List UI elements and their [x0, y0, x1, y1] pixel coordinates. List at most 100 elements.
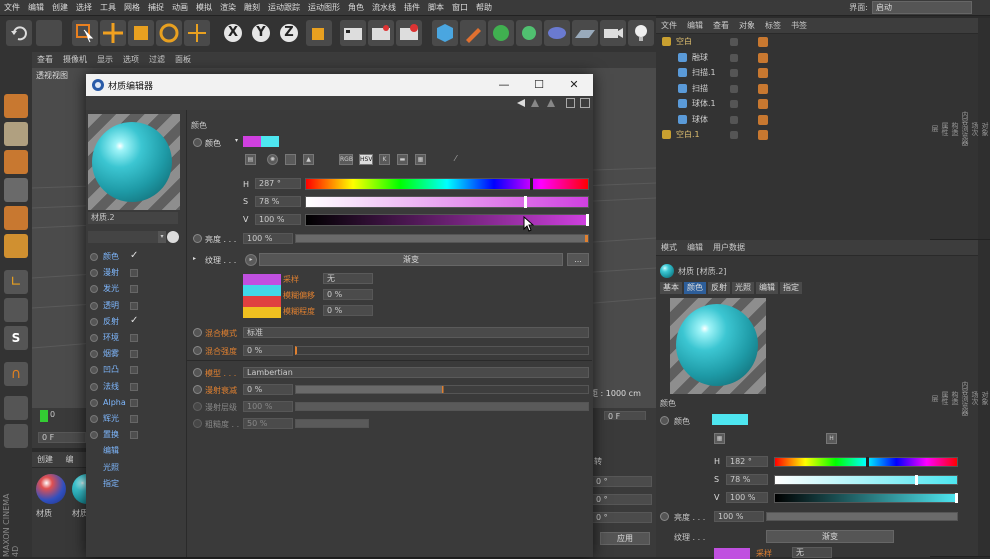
object-enable-icon[interactable]	[742, 131, 750, 139]
coord-field-2[interactable]: 0 °	[592, 494, 652, 505]
menu-item[interactable]: 雕刻	[240, 0, 264, 16]
hsv-mode-icon[interactable]: HSV	[359, 154, 373, 165]
blend-mode-select[interactable]: 标准	[243, 327, 589, 338]
camera-icon[interactable]	[600, 20, 626, 46]
menu-item[interactable]: 角色	[344, 0, 368, 16]
channel-radio[interactable]	[90, 253, 98, 261]
mixer-icon[interactable]: ▬	[397, 154, 408, 165]
s-slider-knob[interactable]	[523, 196, 527, 208]
name-dropdown-arrow-icon[interactable]: ▾	[158, 231, 166, 243]
object-tag-icon[interactable]	[758, 83, 768, 94]
brightness-field[interactable]: 100 %	[243, 233, 293, 244]
coord-field-3[interactable]: 0 °	[592, 512, 652, 523]
material-thumb-1[interactable]	[36, 474, 66, 504]
menu-item[interactable]: 窗口	[448, 0, 472, 16]
channel-radio[interactable]	[90, 366, 98, 375]
blend-strength-radio[interactable]	[193, 346, 202, 355]
dock-tab[interactable]: 内容浏览器	[960, 18, 970, 240]
attr-h-slider-knob[interactable]	[865, 457, 869, 467]
channel-check-icon[interactable]: ✓	[130, 314, 138, 328]
dock-tab[interactable]: 对象	[980, 240, 990, 557]
axis-mode-icon[interactable]: ∟	[4, 270, 28, 294]
attr-brightness-field[interactable]: 100 %	[714, 511, 764, 522]
current-frame-field[interactable]: 0 F	[38, 432, 86, 443]
dock-tab[interactable]: 层	[930, 18, 940, 240]
attr-s-slider-knob[interactable]	[914, 475, 918, 485]
redo-icon[interactable]	[36, 20, 62, 46]
model-radio[interactable]	[193, 368, 202, 377]
attr-subtab[interactable]: 基本	[660, 282, 682, 294]
channel-radio[interactable]	[90, 334, 98, 342]
diffuse-level-radio[interactable]	[193, 402, 202, 411]
make-editable-icon[interactable]	[4, 94, 28, 118]
channel-radio[interactable]	[90, 431, 98, 440]
object-manager-tab[interactable]: 对象	[734, 18, 760, 34]
object-visibility-icon[interactable]	[730, 38, 738, 46]
attr-color-swatch[interactable]	[712, 414, 748, 425]
object-enable-icon[interactable]	[742, 54, 750, 62]
attr-v-field[interactable]: 100 %	[726, 492, 768, 503]
roughness-slider[interactable]	[295, 419, 369, 428]
gradient-knot[interactable]	[243, 285, 281, 296]
channel-radio[interactable]	[90, 301, 98, 310]
s-field[interactable]: 78 %	[255, 196, 301, 207]
tab-create[interactable]: 创建	[32, 452, 58, 468]
color-swatch-a[interactable]	[243, 136, 261, 147]
viewport-menu-item[interactable]: 显示	[92, 52, 118, 68]
object-visibility-icon[interactable]	[730, 53, 738, 62]
attr-hsv-icon[interactable]: H	[826, 433, 837, 444]
attr-s-field[interactable]: 78 %	[726, 474, 768, 485]
object-enable-icon[interactable]	[742, 116, 750, 124]
channel-item[interactable]: 透明	[88, 299, 142, 313]
roughness-radio[interactable]	[193, 419, 202, 428]
gradient-preview[interactable]	[243, 274, 281, 318]
viewport-menu-item[interactable]: 面板	[170, 52, 196, 68]
subdivision-icon[interactable]	[488, 20, 514, 46]
attr-h-field[interactable]: 182 °	[726, 456, 768, 467]
object-enable-icon[interactable]	[742, 69, 750, 77]
select-tool-icon[interactable]	[72, 20, 98, 46]
channel-checkbox[interactable]	[130, 334, 138, 342]
attr-manager-tab[interactable]: 模式	[656, 240, 682, 256]
lock-icon[interactable]	[566, 98, 575, 108]
h-slider[interactable]	[305, 178, 589, 190]
x-axis-lock-icon[interactable]: X	[222, 22, 244, 44]
scale-tool-icon[interactable]	[128, 20, 154, 46]
channel-item[interactable]: 发光	[88, 282, 142, 296]
attr-subtab[interactable]: 颜色	[684, 282, 706, 294]
dock-tab[interactable]: 内容浏览器	[960, 240, 970, 557]
h-slider-knob[interactable]	[529, 178, 533, 190]
blur-offset-field[interactable]: 0 %	[323, 289, 373, 300]
attr-brightness-radio[interactable]	[660, 512, 669, 521]
channel-item[interactable]: 法线	[88, 380, 142, 394]
cube-icon[interactable]	[432, 20, 458, 46]
tweak-mode-icon[interactable]	[4, 298, 28, 322]
color-swatch-b[interactable]	[261, 136, 279, 147]
object-visibility-icon[interactable]	[730, 115, 738, 124]
brightness-radio[interactable]	[193, 234, 202, 243]
object-manager-tab[interactable]: 标签	[760, 18, 786, 34]
channel-radio[interactable]	[90, 350, 98, 359]
menu-item[interactable]: 脚本	[424, 0, 448, 16]
attr-manager-tab[interactable]: 编辑	[682, 240, 708, 256]
menu-item[interactable]: 运动跟踪	[264, 0, 304, 16]
coordinate-system-icon[interactable]	[306, 20, 332, 46]
texture-more-button[interactable]: ...	[567, 253, 589, 266]
diffuse-level-slider[interactable]	[295, 402, 589, 411]
texture-gradient-button[interactable]: 渐变	[259, 253, 563, 266]
channel-item[interactable]: 辉光	[88, 412, 142, 426]
attr-subtab[interactable]: 反射	[708, 282, 730, 294]
z-axis-lock-icon[interactable]: Z	[278, 22, 300, 44]
render-view-icon[interactable]	[340, 20, 366, 46]
viewport-menu-item[interactable]: 选项	[118, 52, 144, 68]
object-tag-icon[interactable]	[758, 99, 768, 109]
workplane-icon[interactable]	[4, 150, 28, 174]
attr-manager-tab[interactable]: 用户数据	[708, 240, 750, 256]
blend-mode-radio[interactable]	[193, 328, 202, 337]
dock-tab[interactable]: 层	[930, 240, 940, 557]
menu-item[interactable]: 模拟	[192, 0, 216, 16]
close-button[interactable]: ✕	[566, 77, 582, 93]
roughness-field[interactable]: 50 %	[243, 418, 293, 429]
menu-item[interactable]: 文件	[0, 0, 24, 16]
coord-field-1[interactable]: 0 °	[592, 476, 652, 487]
